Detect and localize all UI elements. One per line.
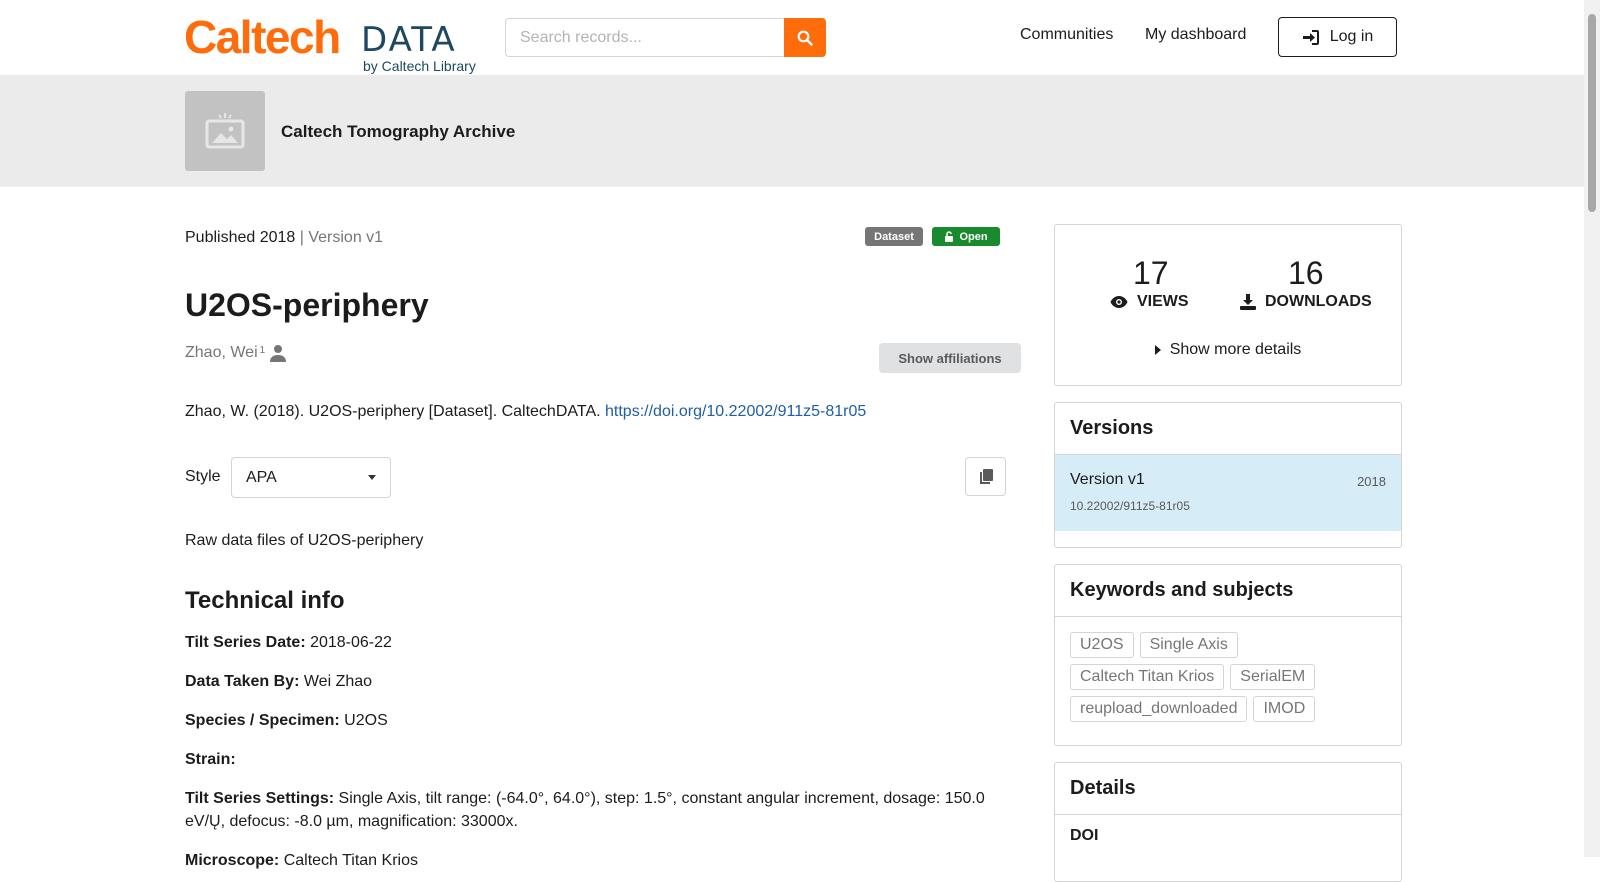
tech-label: Species / Specimen: (185, 712, 340, 729)
tech-label: Tilt Series Settings: (185, 790, 335, 807)
search-bar (505, 18, 826, 57)
version-item-year: 2018 (1357, 474, 1386, 489)
citation-style-dropdown[interactable]: APA (231, 457, 391, 498)
details-heading: Details (1055, 763, 1401, 815)
downloads-label-row: DOWNLOADS (1240, 293, 1372, 311)
show-affiliations-button[interactable]: Show affiliations (879, 343, 1021, 373)
tech-value: Caltech Titan Krios (279, 852, 418, 869)
version-item-doi: 10.22002/911z5-81r05 (1070, 499, 1190, 513)
creator-entry[interactable]: Zhao, Wei 1 (185, 344, 287, 362)
details-card: Details DOI (1054, 762, 1402, 882)
citation-style-label: Style (185, 468, 221, 485)
logo-subtitle: by Caltech Library (363, 58, 476, 74)
copy-citation-button[interactable] (965, 457, 1006, 496)
caret-right-icon (1154, 345, 1161, 355)
search-icon (797, 30, 813, 46)
scrollbar-thumb[interactable] (1588, 14, 1596, 212)
downloads-label: DOWNLOADS (1265, 293, 1372, 310)
top-navbar: Caltech DATA by Caltech Library Communit… (0, 0, 1584, 75)
version-item[interactable]: Version v1 2018 10.22002/911z5-81r05 (1055, 455, 1401, 531)
page-scrollbar[interactable] (1584, 0, 1600, 857)
creator-name[interactable]: Zhao, Wei (185, 344, 258, 362)
keyword-tag[interactable]: reupload_downloaded (1070, 696, 1248, 722)
citation: Zhao, W. (2018). U2OS-periphery [Dataset… (185, 403, 866, 421)
tech-value: U2OS (339, 712, 388, 729)
publication-line: Published 2018 | Version v1 (185, 229, 383, 247)
search-button[interactable] (784, 18, 826, 57)
keyword-tag[interactable]: Caltech Titan Krios (1070, 664, 1225, 690)
versions-card: Versions Version v1 2018 10.22002/911z5-… (1054, 402, 1402, 548)
views-label-row: VIEWS (1110, 293, 1189, 311)
login-label: Log in (1329, 28, 1374, 45)
community-name[interactable]: Caltech Tomography Archive (281, 122, 515, 142)
tech-value: 2018-06-22 (305, 634, 392, 651)
tech-label: Data Taken By: (185, 673, 300, 690)
image-placeholder-icon (205, 113, 245, 149)
nav-communities-link[interactable]: Communities (1020, 26, 1113, 44)
access-status-label: Open (959, 230, 988, 243)
download-icon (1240, 294, 1256, 310)
show-more-details-toggle[interactable]: Show more details (1055, 341, 1401, 359)
tech-value: Wei Zhao (299, 673, 373, 690)
copy-icon (979, 468, 993, 484)
tech-label: Microscope: (185, 852, 280, 869)
show-more-details-label: Show more details (1169, 341, 1302, 358)
login-button[interactable]: Log in (1278, 17, 1397, 57)
community-header: Caltech Tomography Archive (0, 75, 1584, 187)
technical-info-heading: Technical info (185, 587, 345, 614)
tech-label: Strain: (185, 751, 236, 768)
tech-strain: Strain: (185, 748, 1005, 771)
keyword-tag[interactable]: U2OS (1070, 632, 1134, 658)
record-description: Raw data files of U2OS-periphery (185, 532, 424, 549)
user-icon (270, 345, 287, 362)
published-date: Published 2018 (185, 229, 296, 246)
stats-card: 17 VIEWS 16 DOWNLOADS Show more details (1054, 224, 1402, 386)
keywords-list: U2OS Single Axis Caltech Titan Krios Ser… (1055, 617, 1401, 722)
doi-link[interactable]: https://doi.org/10.22002/911z5-81r05 (605, 403, 866, 420)
access-status-badge: Open (932, 227, 1000, 246)
resource-type-label: Dataset (874, 230, 914, 243)
details-doi-label: DOI (1070, 827, 1099, 844)
dropdown-caret-icon (368, 475, 376, 480)
keywords-heading: Keywords and subjects (1055, 565, 1401, 617)
tech-tilt-date: Tilt Series Date: 2018-06-22 (185, 631, 1005, 654)
citation-style-value: APA (246, 468, 277, 486)
versions-heading: Versions (1055, 403, 1401, 455)
keyword-tag[interactable]: Single Axis (1139, 632, 1238, 658)
login-icon (1302, 29, 1319, 45)
resource-type-badge: Dataset (865, 227, 923, 246)
affiliation-marker: 1 (259, 344, 266, 356)
tech-microscope: Microscope: Caltech Titan Krios (185, 849, 1005, 872)
record-title: U2OS-periphery (185, 287, 429, 323)
tech-label: Tilt Series Date: (185, 634, 306, 651)
downloads-count: 16 (1288, 255, 1324, 291)
eye-icon (1110, 296, 1128, 308)
tech-tilt-settings: Tilt Series Settings: Single Axis, tilt … (185, 787, 1005, 833)
tech-species: Species / Specimen: U2OS (185, 709, 1005, 732)
logo-caltech-text: Caltech (184, 11, 341, 63)
keyword-tag[interactable]: IMOD (1253, 696, 1316, 722)
search-input[interactable] (505, 18, 785, 57)
lock-open-icon (945, 231, 954, 242)
keyword-tag[interactable]: SerialEM (1230, 664, 1316, 690)
views-count: 17 (1133, 255, 1169, 291)
tech-data-taken-by: Data Taken By: Wei Zhao (185, 670, 1005, 693)
record-version: Version v1 (308, 229, 384, 246)
views-label: VIEWS (1137, 293, 1189, 310)
citation-text: Zhao, W. (2018). U2OS-periphery [Dataset… (185, 403, 606, 420)
logo-data-text: DATA (361, 20, 457, 60)
caltech-data-logo[interactable]: Caltech DATA by Caltech Library (184, 14, 488, 76)
keywords-card: Keywords and subjects U2OS Single Axis C… (1054, 564, 1402, 746)
nav-dashboard-link[interactable]: My dashboard (1145, 26, 1246, 44)
community-logo[interactable] (185, 91, 265, 171)
version-item-name[interactable]: Version v1 (1070, 471, 1145, 489)
version-separator: | (295, 229, 309, 246)
